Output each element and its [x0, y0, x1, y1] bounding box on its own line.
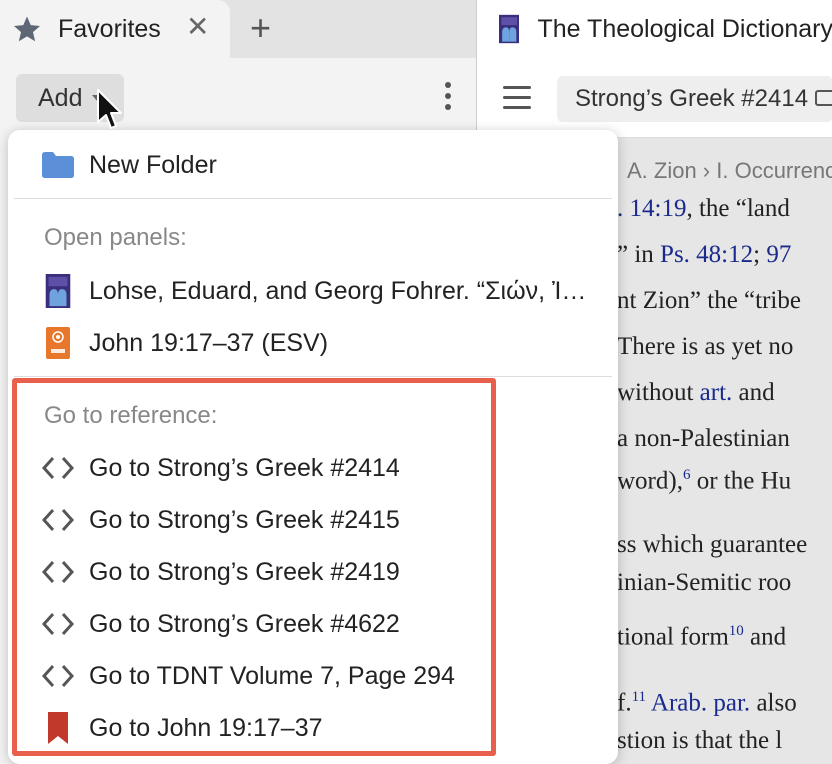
abbreviation-link[interactable]: Arab. par. [651, 689, 750, 716]
menu-item-label: Go to John 19:17–37 [89, 713, 323, 742]
left-tab-bar: Favorites ✕ + [0, 0, 476, 58]
mouse-cursor-icon [97, 89, 122, 129]
menu-item-new-folder[interactable]: New Folder [8, 139, 618, 191]
code-brackets-icon [42, 504, 74, 536]
text-line: f. [617, 689, 632, 717]
menu-item-goto-tdnt[interactable]: Go to TDNT Volume 7, Page 294 [8, 650, 618, 702]
section-header-open-panels: Open panels: [44, 224, 187, 251]
reference-box[interactable]: Strong’s Greek #2414 [557, 76, 832, 122]
section-header-go-to-reference: Go to reference: [44, 402, 218, 429]
add-tab-button[interactable]: + [250, 8, 271, 48]
more-options-icon[interactable] [438, 82, 458, 116]
book-icon [42, 274, 74, 308]
text-line: and [732, 379, 775, 406]
breadcrumb[interactable]: A. Zion › I. Occurrence [627, 158, 832, 184]
dictionary-toolbar: Strong’s Greek #2414 [477, 58, 832, 138]
scripture-link[interactable]: . 14:19 [617, 195, 686, 222]
text-line: stion is that the l [617, 727, 783, 754]
close-tab-icon[interactable]: ✕ [186, 12, 209, 42]
menu-item-open-panel-john[interactable]: John 19:17–37 (ESV) [8, 317, 618, 369]
add-dropdown-menu: New Folder Open panels: Lohse, Eduard, a… [8, 130, 618, 764]
menu-item-label: John 19:17–37 (ESV) [89, 328, 329, 357]
tab-right-title: The Theological Dictionary [537, 14, 832, 43]
menu-item-label: Go to Strong’s Greek #4622 [89, 609, 400, 638]
menu-item-goto-john[interactable]: Go to John 19:17–37 [8, 702, 618, 754]
menu-item-label: Go to TDNT Volume 7, Page 294 [89, 661, 455, 690]
code-brackets-icon [42, 660, 74, 692]
code-brackets-icon [42, 452, 74, 484]
text-line: There is as yet no [617, 333, 794, 360]
bookmark-icon [42, 712, 74, 744]
code-brackets-icon [42, 608, 74, 640]
text-line: word), [617, 467, 683, 495]
tab-favorites-label: Favorites [58, 14, 161, 43]
menu-item-label: Lohse, Eduard, and Georg Fohrer. “Σιών, … [89, 276, 589, 305]
text-line: or the Hu [690, 467, 792, 495]
favorites-toolbar: Add [0, 58, 476, 130]
menu-item-label: New Folder [89, 150, 217, 179]
text-line: without [617, 379, 700, 406]
scripture-link[interactable]: Ps. 48:12 [660, 241, 753, 268]
scripture-link[interactable]: 97 [766, 241, 791, 268]
text-line: and [743, 623, 787, 651]
text-line: a non-Palestinian [617, 425, 790, 452]
text-line: , the “land [686, 195, 790, 222]
star-icon [14, 16, 40, 42]
add-button-label: Add [38, 83, 83, 112]
text-line: inian-Semitic roo [617, 569, 792, 596]
footnote-link[interactable]: 11 [632, 689, 646, 705]
menu-divider [14, 198, 612, 199]
tab-theological-dictionary[interactable]: The Theological Dictionary [477, 0, 832, 58]
text-line: nt Zion” the “tribe [617, 287, 801, 314]
menu-divider [14, 376, 612, 377]
book-icon [499, 14, 520, 44]
menu-item-goto-strongs-2414[interactable]: Go to Strong’s Greek #2414 [8, 442, 618, 494]
text-line: tional form [617, 623, 729, 651]
menu-item-goto-strongs-2419[interactable]: Go to Strong’s Greek #2419 [8, 546, 618, 598]
menu-item-goto-strongs-2415[interactable]: Go to Strong’s Greek #2415 [8, 494, 618, 546]
menu-item-label: Go to Strong’s Greek #2415 [89, 505, 400, 534]
tab-favorites[interactable]: Favorites ✕ [0, 0, 230, 58]
text-line: also [750, 689, 797, 717]
menu-icon[interactable] [503, 86, 531, 110]
footnote-link[interactable]: 10 [729, 623, 744, 639]
text-line: ss which guarantee [617, 531, 808, 558]
menu-item-label: Go to Strong’s Greek #2419 [89, 557, 400, 586]
text-line: ; [753, 241, 767, 268]
reference-text: Strong’s Greek #2414 [575, 85, 809, 112]
keyboard-icon[interactable] [815, 90, 832, 106]
folder-icon [42, 149, 74, 181]
text-line: ” in [617, 241, 661, 268]
esv-bible-icon [42, 327, 74, 359]
code-brackets-icon [42, 556, 74, 588]
menu-item-goto-strongs-4622[interactable]: Go to Strong’s Greek #4622 [8, 598, 618, 650]
menu-item-open-panel-lohse[interactable]: Lohse, Eduard, and Georg Fohrer. “Σιών, … [8, 265, 618, 317]
menu-item-label: Go to Strong’s Greek #2414 [89, 453, 400, 482]
abbreviation-link[interactable]: art. [700, 379, 733, 406]
